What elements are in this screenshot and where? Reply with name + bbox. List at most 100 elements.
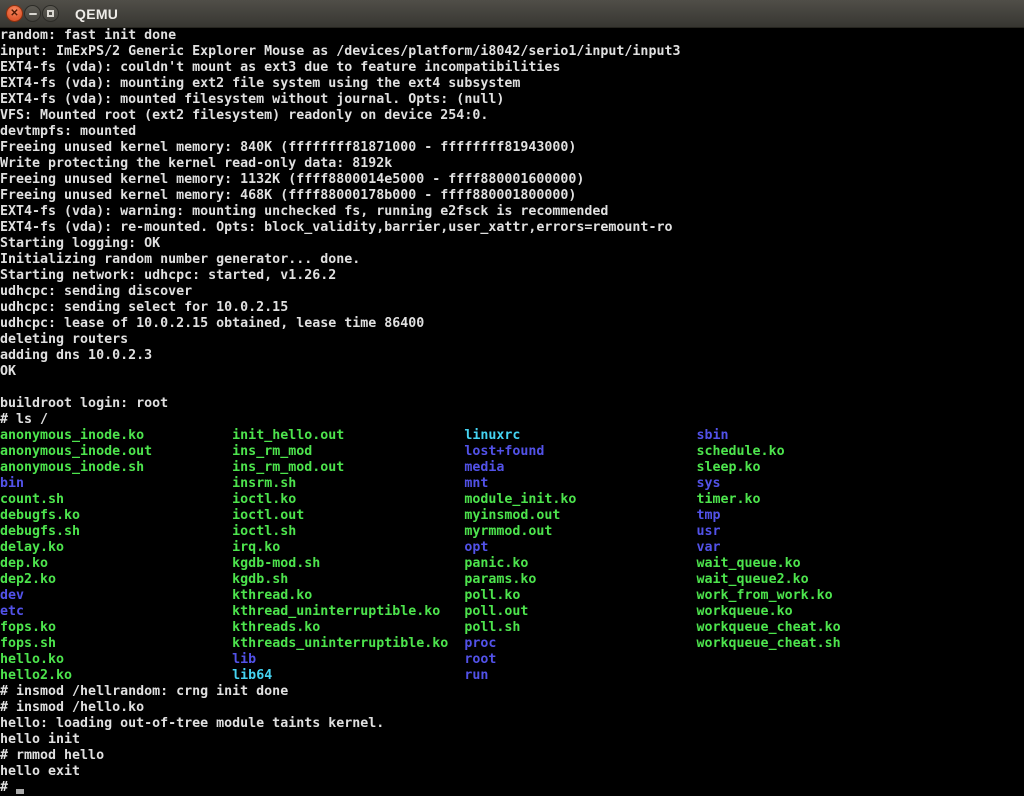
terminal-text bbox=[144, 428, 232, 443]
terminal-text: EXT4-fs (vda): re-mounted. Opts: block_v… bbox=[0, 220, 672, 235]
terminal-text bbox=[296, 476, 464, 491]
ls-entry: fops.ko bbox=[0, 620, 56, 635]
ls-entry: mnt bbox=[464, 476, 488, 491]
terminal-line: # rmmod hello bbox=[0, 748, 1024, 764]
terminal-line: anonymous_inode.out ins_rm_mod lost+foun… bbox=[0, 444, 1024, 460]
terminal-line: Write protecting the kernel read-only da… bbox=[0, 156, 1024, 172]
ls-entry: workqueue_cheat.sh bbox=[697, 636, 841, 651]
ls-entry: tmp bbox=[697, 508, 721, 523]
ls-entry: ioctl.sh bbox=[232, 524, 296, 539]
maximize-button[interactable] bbox=[42, 5, 59, 22]
terminal-line: debugfs.sh ioctl.sh myrmmod.out usr bbox=[0, 524, 1024, 540]
terminal-line: Freeing unused kernel memory: 468K (ffff… bbox=[0, 188, 1024, 204]
terminal-line: hello.ko lib root bbox=[0, 652, 1024, 668]
terminal-text bbox=[0, 380, 8, 395]
ls-entry: sbin bbox=[697, 428, 729, 443]
terminal-text: hello: loading out-of-tree module taints… bbox=[0, 716, 384, 731]
ls-entry: poll.sh bbox=[464, 620, 520, 635]
terminal-text bbox=[560, 508, 696, 523]
terminal-text: EXT4-fs (vda): warning: mounting uncheck… bbox=[0, 204, 608, 219]
terminal-text: # rmmod hello bbox=[0, 748, 104, 763]
maximize-icon bbox=[47, 10, 54, 17]
terminal-line: Initializing random number generator... … bbox=[0, 252, 1024, 268]
terminal-text bbox=[80, 508, 232, 523]
terminal-line: OK bbox=[0, 364, 1024, 380]
terminal-line: buildroot login: root bbox=[0, 396, 1024, 412]
terminal-text bbox=[256, 652, 464, 667]
terminal-line: Starting logging: OK bbox=[0, 236, 1024, 252]
ls-entry: kthreads_uninterruptible.ko bbox=[232, 636, 448, 651]
terminal-text bbox=[64, 492, 232, 507]
terminal-line: anonymous_inode.ko init_hello.out linuxr… bbox=[0, 428, 1024, 444]
terminal-text: EXT4-fs (vda): mounting ext2 file system… bbox=[0, 76, 520, 91]
terminal-text: Freeing unused kernel memory: 468K (ffff… bbox=[0, 188, 576, 203]
minimize-button[interactable] bbox=[24, 5, 41, 22]
terminal-text: Freeing unused kernel memory: 1132K (fff… bbox=[0, 172, 584, 187]
ls-entry: sleep.ko bbox=[697, 460, 761, 475]
terminal-screen[interactable]: random: fast init doneinput: ImExPS/2 Ge… bbox=[0, 28, 1024, 796]
terminal-text: # insmod /hello.ko bbox=[0, 700, 144, 715]
terminal-text: hello init bbox=[0, 732, 80, 747]
terminal-text bbox=[536, 572, 696, 587]
terminal-line: Freeing unused kernel memory: 840K (ffff… bbox=[0, 140, 1024, 156]
window-title: QEMU bbox=[75, 6, 118, 22]
terminal-line: adding dns 10.0.2.3 bbox=[0, 348, 1024, 364]
terminal-output: random: fast init doneinput: ImExPS/2 Ge… bbox=[0, 28, 1024, 796]
close-button[interactable]: ✕ bbox=[6, 5, 23, 22]
terminal-line: hello init bbox=[0, 732, 1024, 748]
terminal-line: hello exit bbox=[0, 764, 1024, 780]
terminal-line: udhcpc: sending discover bbox=[0, 284, 1024, 300]
ls-entry: kthreads.ko bbox=[232, 620, 320, 635]
terminal-line: udhcpc: lease of 10.0.2.15 obtained, lea… bbox=[0, 316, 1024, 332]
terminal-text: adding dns 10.0.2.3 bbox=[0, 348, 152, 363]
terminal-text bbox=[440, 604, 464, 619]
terminal-line: EXT4-fs (vda): couldn't mount as ext3 du… bbox=[0, 60, 1024, 76]
titlebar[interactable]: ✕ QEMU bbox=[0, 0, 1024, 28]
terminal-text bbox=[24, 476, 232, 491]
terminal-text bbox=[344, 428, 464, 443]
terminal-text: EXT4-fs (vda): couldn't mount as ext3 du… bbox=[0, 60, 560, 75]
ls-entry: insrm.sh bbox=[232, 476, 296, 491]
terminal-line: count.sh ioctl.ko module_init.ko timer.k… bbox=[0, 492, 1024, 508]
ls-entry: kgdb-mod.sh bbox=[232, 556, 320, 571]
terminal-text bbox=[80, 524, 232, 539]
terminal-line: # insmod /hellrandom: crng init done bbox=[0, 684, 1024, 700]
ls-entry: hello.ko bbox=[0, 652, 64, 667]
terminal-text bbox=[496, 652, 696, 667]
terminal-text bbox=[24, 588, 232, 603]
terminal-text bbox=[272, 668, 464, 683]
terminal-text bbox=[488, 476, 696, 491]
qemu-window: ✕ QEMU random: fast init doneinput: ImEx… bbox=[0, 0, 1024, 796]
ls-entry: run bbox=[464, 668, 488, 683]
shell-prompt: # bbox=[0, 780, 16, 795]
terminal-line: VFS: Mounted root (ext2 filesystem) read… bbox=[0, 108, 1024, 124]
terminal-line: # bbox=[0, 780, 1024, 796]
terminal-cursor bbox=[16, 789, 24, 794]
terminal-text bbox=[296, 492, 464, 507]
ls-entry: wait_queue.ko bbox=[697, 556, 801, 571]
ls-entry: bin bbox=[0, 476, 24, 491]
terminal-text: Write protecting the kernel read-only da… bbox=[0, 156, 392, 171]
terminal-line: fops.ko kthreads.ko poll.sh workqueue_ch… bbox=[0, 620, 1024, 636]
terminal-line: EXT4-fs (vda): mounting ext2 file system… bbox=[0, 76, 1024, 92]
terminal-text bbox=[520, 428, 696, 443]
terminal-line: deleting routers bbox=[0, 332, 1024, 348]
ls-entry: lost+found bbox=[464, 444, 544, 459]
terminal-text: OK bbox=[0, 364, 16, 379]
ls-entry: root bbox=[464, 652, 496, 667]
ls-entry: usr bbox=[697, 524, 721, 539]
ls-entry: ioctl.out bbox=[232, 508, 304, 523]
ls-entry: ins_rm_mod.out bbox=[232, 460, 344, 475]
terminal-text bbox=[304, 508, 464, 523]
ls-entry: dep2.ko bbox=[0, 572, 56, 587]
terminal-text bbox=[496, 636, 696, 651]
ls-entry: timer.ko bbox=[697, 492, 761, 507]
terminal-text bbox=[144, 460, 232, 475]
terminal-line: bin insrm.sh mnt sys bbox=[0, 476, 1024, 492]
terminal-line: udhcpc: sending select for 10.0.2.15 bbox=[0, 300, 1024, 316]
minimize-icon bbox=[29, 13, 37, 15]
terminal-line bbox=[0, 380, 1024, 396]
ls-entry: panic.ko bbox=[464, 556, 528, 571]
terminal-text bbox=[552, 524, 696, 539]
terminal-line: Freeing unused kernel memory: 1132K (fff… bbox=[0, 172, 1024, 188]
